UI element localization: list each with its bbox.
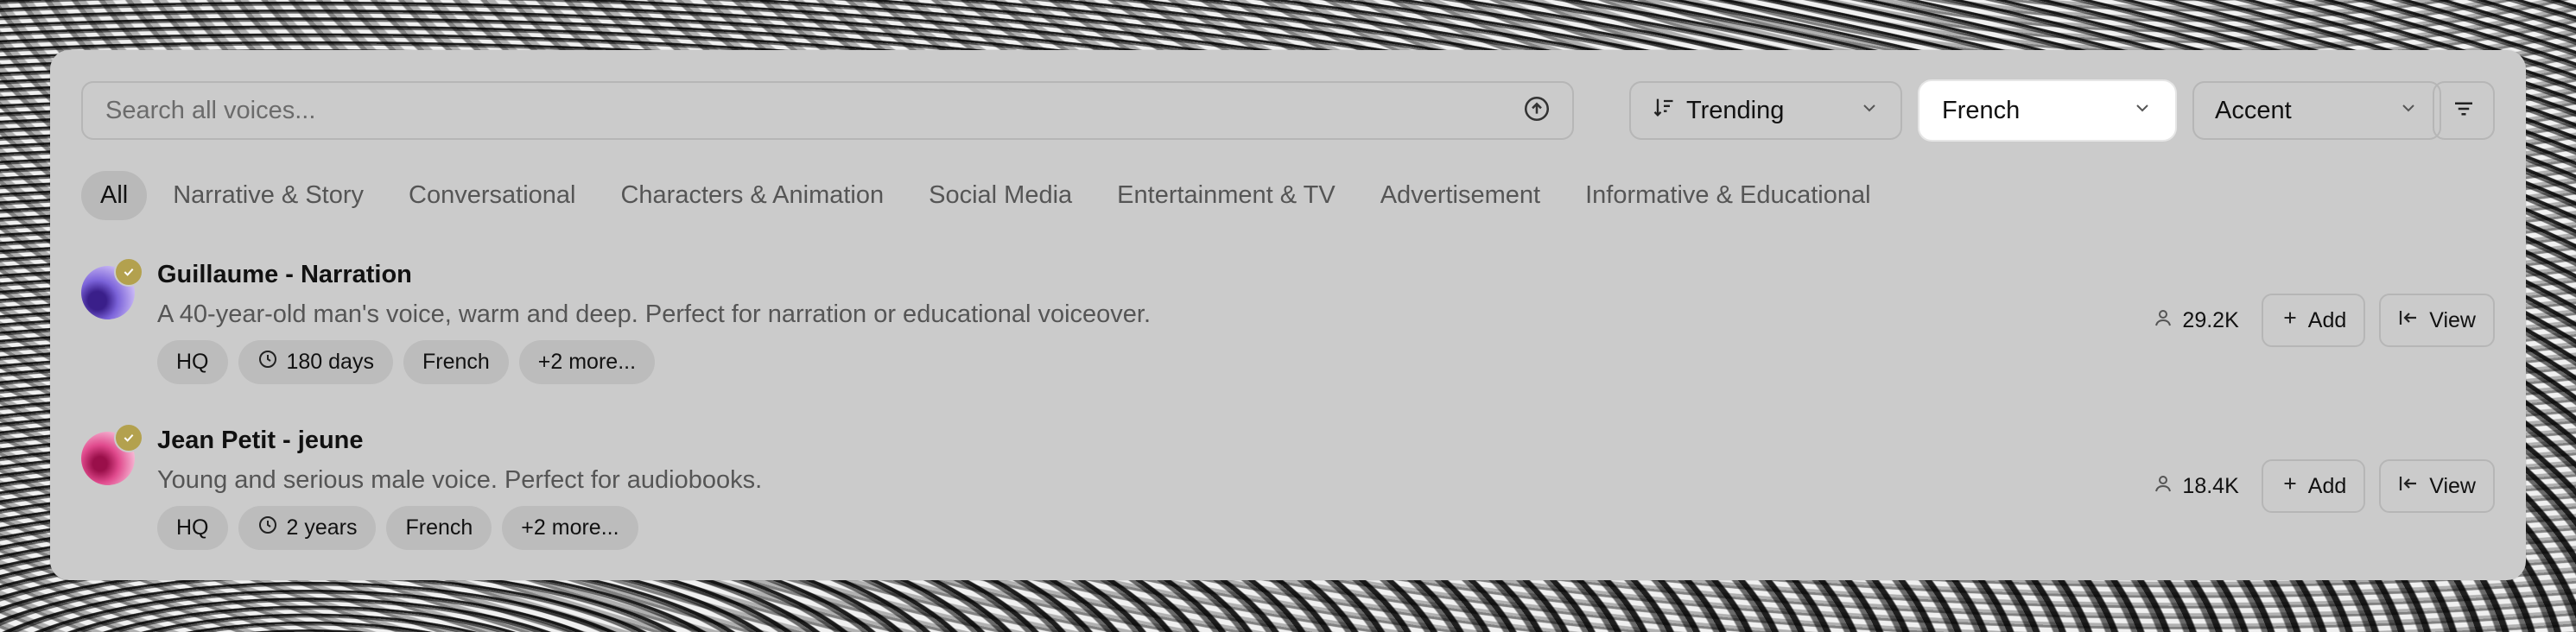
plus-icon	[2281, 308, 2300, 333]
add-label: Add	[2307, 307, 2347, 332]
clock-icon	[257, 515, 278, 541]
sort-label: Trending	[1686, 96, 1785, 124]
age-label: 2 years	[286, 515, 358, 540]
verified-badge-icon	[114, 423, 143, 452]
quality-chip: HQ	[157, 340, 228, 384]
voice-row[interactable]: Guillaume - Narration A 40-year-old man'…	[81, 245, 2495, 392]
add-button[interactable]: Add	[2261, 294, 2366, 347]
tab-social-media[interactable]: Social Media	[910, 171, 1091, 220]
voice-row[interactable]: Jean Petit - jeune Young and serious mal…	[81, 411, 2495, 558]
voice-description: Young and serious male voice. Perfect fo…	[157, 466, 763, 494]
voice-actions: 18.4K Add View	[2153, 459, 2495, 513]
user-count-value: 18.4K	[2182, 473, 2239, 498]
chevron-down-icon	[1859, 97, 1880, 125]
more-tags-chip[interactable]: +2 more...	[502, 506, 638, 550]
view-label: View	[2429, 307, 2476, 332]
add-label: Add	[2307, 473, 2347, 498]
tab-conversational[interactable]: Conversational	[390, 171, 594, 220]
verified-badge-icon	[114, 257, 143, 287]
user-count: 29.2K	[2153, 307, 2239, 334]
chevron-down-icon	[2398, 97, 2419, 125]
user-icon	[2153, 307, 2173, 334]
voice-description: A 40-year-old man's voice, warm and deep…	[157, 300, 1152, 328]
quality-chip: HQ	[157, 506, 228, 550]
search-box[interactable]	[81, 81, 1574, 140]
category-tabs: All Narrative & Story Conversational Cha…	[81, 171, 1890, 220]
voice-tags: HQ 180 days French +2 more...	[157, 340, 656, 384]
user-icon	[2153, 473, 2173, 500]
language-label: French	[1942, 96, 2021, 124]
user-count-value: 29.2K	[2182, 307, 2239, 332]
view-arrow-icon	[2398, 308, 2421, 333]
more-tags-chip[interactable]: +2 more...	[518, 340, 656, 384]
tab-all[interactable]: All	[81, 171, 148, 220]
accent-label: Accent	[2215, 96, 2292, 124]
tab-characters-animation[interactable]: Characters & Animation	[601, 171, 903, 220]
view-arrow-icon	[2398, 474, 2421, 499]
language-chip: French	[403, 340, 509, 384]
tab-advertisement[interactable]: Advertisement	[1361, 171, 1559, 220]
upload-icon[interactable]	[1522, 94, 1551, 128]
filter-button[interactable]	[2433, 81, 2495, 140]
age-chip: 180 days	[238, 340, 393, 384]
search-input[interactable]	[104, 95, 1522, 126]
voice-actions: 29.2K Add View	[2153, 294, 2495, 347]
toolbar: Trending French Accent	[81, 81, 2495, 143]
add-button[interactable]: Add	[2261, 459, 2366, 513]
view-button[interactable]: View	[2379, 459, 2495, 513]
voice-library-panel: Trending French Accent All	[50, 50, 2526, 580]
tab-narrative-story[interactable]: Narrative & Story	[154, 171, 383, 220]
view-button[interactable]: View	[2379, 294, 2495, 347]
user-count: 18.4K	[2153, 473, 2239, 500]
age-chip: 2 years	[238, 506, 377, 550]
chevron-down-icon	[2132, 97, 2153, 125]
tab-entertainment-tv[interactable]: Entertainment & TV	[1098, 171, 1355, 220]
filter-icon	[2451, 96, 2477, 126]
sort-icon	[1652, 95, 1676, 126]
sort-dropdown[interactable]: Trending	[1629, 81, 1902, 140]
voice-tags: HQ 2 years French +2 more...	[157, 506, 638, 550]
language-chip: French	[386, 506, 492, 550]
clock-icon	[257, 349, 278, 376]
language-dropdown[interactable]: French	[1919, 81, 2175, 140]
tab-informative-educational[interactable]: Informative & Educational	[1566, 171, 1889, 220]
accent-dropdown[interactable]: Accent	[2192, 81, 2441, 140]
plus-icon	[2281, 474, 2300, 499]
view-label: View	[2429, 473, 2476, 498]
voice-name[interactable]: Jean Petit - jeune	[157, 427, 364, 455]
voice-name[interactable]: Guillaume - Narration	[157, 261, 412, 289]
age-label: 180 days	[286, 350, 374, 374]
